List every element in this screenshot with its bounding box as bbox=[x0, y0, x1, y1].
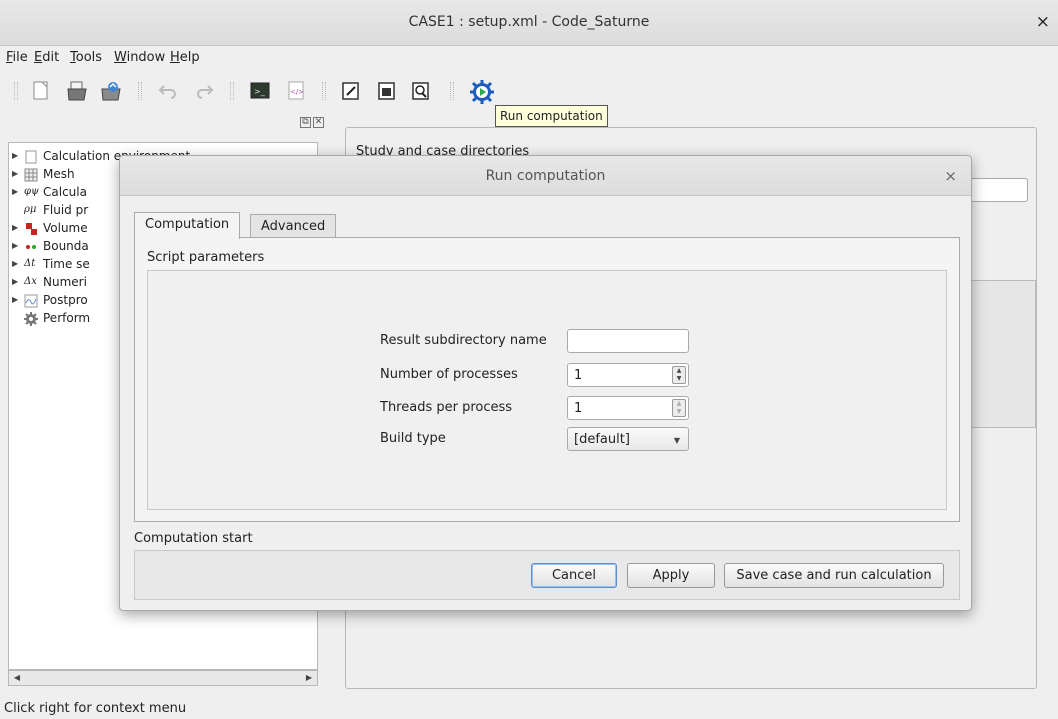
redo-icon[interactable] bbox=[193, 80, 215, 102]
expand-arrow-icon[interactable]: ▶ bbox=[12, 241, 18, 250]
number-of-processes-label: Number of processes bbox=[380, 367, 518, 382]
tree-horizontal-scrollbar[interactable]: ◀ ▶ bbox=[8, 670, 318, 686]
toolbar-separator bbox=[450, 82, 454, 100]
expand-arrow-icon[interactable]: ▶ bbox=[12, 223, 18, 232]
menu-edit[interactable]: Edit bbox=[34, 50, 59, 65]
save-file-icon[interactable] bbox=[100, 80, 122, 102]
dialog-titlebar: Run computation × bbox=[120, 156, 971, 196]
result-subdirectory-label: Result subdirectory name bbox=[380, 333, 547, 348]
window-titlebar: CASE1 : setup.xml - Code_Saturne × bbox=[0, 0, 1058, 46]
menu-bar: File Edit Tools Window Help bbox=[0, 46, 1058, 70]
float-dock-icon[interactable]: ⧉ bbox=[300, 117, 311, 128]
window-close-icon[interactable]: × bbox=[1036, 12, 1050, 32]
mesh-grid-icon bbox=[24, 168, 38, 182]
apply-button[interactable]: Apply bbox=[627, 563, 715, 588]
expand-arrow-icon[interactable]: ▶ bbox=[12, 169, 18, 178]
save-and-run-button[interactable]: Save case and run calculation bbox=[724, 563, 944, 588]
toolbar-separator bbox=[138, 82, 142, 100]
save-script-icon[interactable] bbox=[376, 80, 398, 102]
volume-zone-icon bbox=[24, 222, 38, 236]
gear-icon bbox=[24, 312, 38, 326]
dialog-close-icon[interactable]: × bbox=[944, 167, 957, 185]
tree-item-label: Calcula bbox=[43, 185, 87, 199]
dialog-title: Run computation bbox=[485, 168, 606, 184]
computation-tab-pane: Script parameters Result subdirectory na… bbox=[134, 237, 960, 522]
dock-buttons: ⧉ ✕ bbox=[298, 116, 324, 128]
inspect-script-icon[interactable] bbox=[410, 80, 432, 102]
spin-arrows-icon[interactable]: ▲ ▼ bbox=[672, 399, 686, 417]
menu-file[interactable]: File bbox=[6, 50, 28, 65]
new-file-icon[interactable] bbox=[30, 80, 52, 102]
toolbar-separator bbox=[14, 82, 18, 100]
tree-item-label: Fluid pr bbox=[43, 203, 89, 217]
run-computation-icon[interactable] bbox=[470, 80, 494, 104]
open-file-icon[interactable] bbox=[66, 80, 88, 102]
document-icon bbox=[24, 150, 38, 164]
delta-x-icon: Δx bbox=[24, 276, 37, 287]
tab-computation[interactable]: Computation bbox=[134, 212, 241, 239]
tree-item-label: Bounda bbox=[43, 239, 89, 253]
boundary-icon bbox=[24, 240, 38, 254]
build-type-select[interactable]: [default] ▼ bbox=[567, 427, 689, 451]
expand-arrow-icon[interactable]: ▶ bbox=[12, 259, 18, 268]
tree-item-label: Time se bbox=[43, 257, 90, 271]
expand-arrow-icon[interactable]: ▶ bbox=[12, 295, 18, 304]
window-title: CASE1 : setup.xml - Code_Saturne bbox=[408, 14, 650, 30]
tree-item-label: Mesh bbox=[43, 167, 75, 181]
cancel-button[interactable]: Cancel bbox=[531, 563, 617, 588]
delta-t-icon: Δt bbox=[24, 258, 36, 269]
build-type-label: Build type bbox=[380, 431, 446, 446]
run-computation-dialog: Run computation × Computation Advanced S… bbox=[119, 155, 972, 611]
tree-item-label: Postpro bbox=[43, 293, 88, 307]
threads-per-process-value: 1 bbox=[574, 401, 583, 416]
menu-tools[interactable]: Tools bbox=[70, 50, 102, 65]
menu-help[interactable]: Help bbox=[170, 50, 200, 65]
build-type-value: [default] bbox=[574, 432, 630, 447]
number-of-processes-spinbox[interactable]: 1 ▲ ▼ bbox=[567, 363, 689, 387]
expand-arrow-icon[interactable]: ▶ bbox=[12, 277, 18, 286]
tree-item-label: Numeri bbox=[43, 275, 87, 289]
computation-start-group: Cancel Apply Save case and run calculati… bbox=[134, 550, 960, 600]
terminal-icon[interactable]: >_ bbox=[249, 80, 271, 102]
tree-item-label: Perform bbox=[43, 311, 91, 325]
tree-item-label: Volume bbox=[43, 221, 88, 235]
svg-text:>_: >_ bbox=[254, 87, 266, 96]
script-parameters-label: Script parameters bbox=[147, 250, 265, 265]
phi-psi-icon: φψ bbox=[24, 186, 39, 197]
computation-start-label: Computation start bbox=[134, 531, 253, 546]
spin-arrows-icon[interactable]: ▲ ▼ bbox=[672, 366, 686, 384]
toolbar-separator bbox=[230, 82, 234, 100]
scroll-left-arrow-icon[interactable]: ◀ bbox=[11, 672, 23, 684]
status-bar: Click right for context menu bbox=[4, 701, 187, 716]
xml-view-icon[interactable]: </> bbox=[285, 80, 307, 102]
toolbar-separator bbox=[322, 82, 326, 100]
menu-window[interactable]: Window bbox=[114, 50, 165, 65]
expand-arrow-icon[interactable]: ▶ bbox=[12, 151, 18, 160]
number-of-processes-value: 1 bbox=[574, 368, 583, 383]
undo-icon[interactable] bbox=[157, 80, 179, 102]
panel-groupbox bbox=[966, 280, 1036, 428]
postprocessing-chart-icon bbox=[24, 294, 38, 308]
threads-per-process-spinbox[interactable]: 1 ▲ ▼ bbox=[567, 396, 689, 420]
threads-per-process-label: Threads per process bbox=[380, 400, 513, 415]
tab-advanced[interactable]: Advanced bbox=[250, 214, 337, 237]
script-parameters-group: Result subdirectory name Number of proce… bbox=[147, 270, 947, 510]
run-computation-tooltip: Run computation bbox=[495, 105, 608, 127]
result-subdirectory-input[interactable] bbox=[567, 329, 689, 353]
expand-arrow-icon[interactable]: ▶ bbox=[12, 187, 18, 196]
edit-script-icon[interactable] bbox=[340, 80, 362, 102]
close-dock-icon[interactable]: ✕ bbox=[313, 117, 324, 128]
chevron-down-icon: ▼ bbox=[673, 436, 680, 445]
scroll-right-arrow-icon[interactable]: ▶ bbox=[303, 672, 315, 684]
rho-mu-icon: ρμ bbox=[24, 204, 37, 215]
directory-field[interactable] bbox=[966, 178, 1028, 202]
svg-text:</>: </> bbox=[290, 88, 304, 96]
